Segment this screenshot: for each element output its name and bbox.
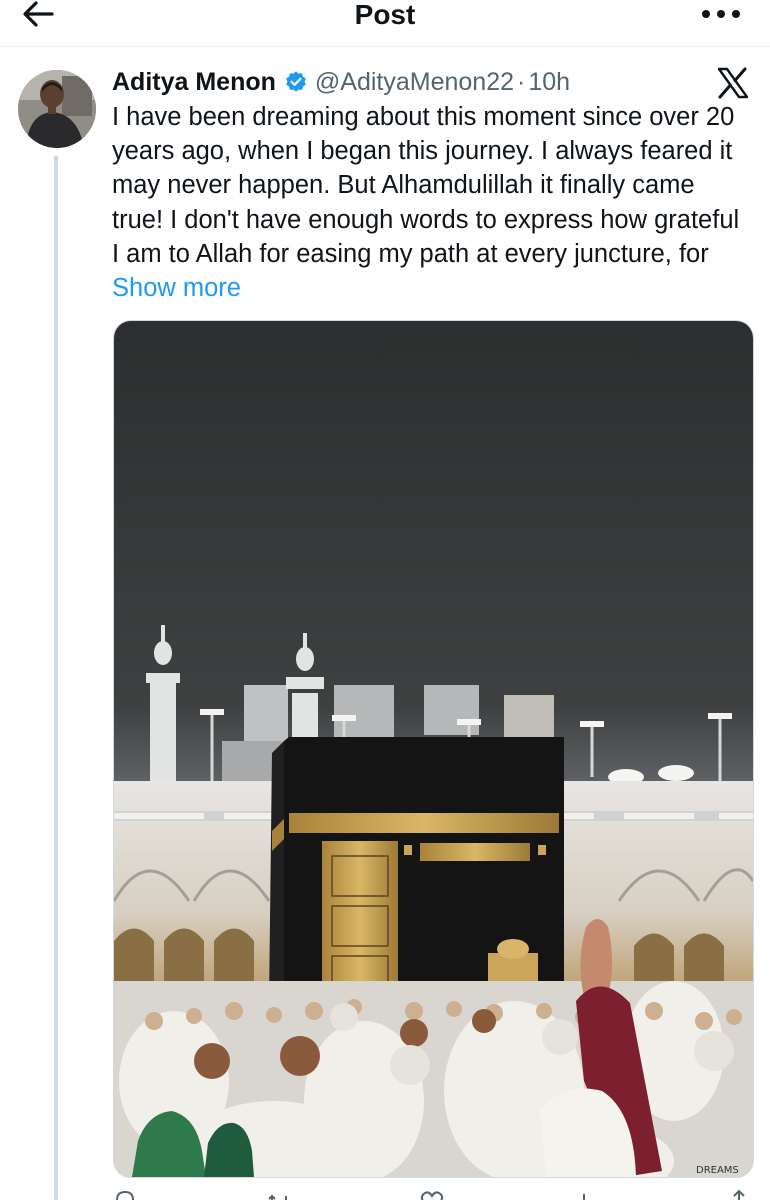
- avatar-image: [18, 70, 96, 148]
- views-button[interactable]: [573, 1186, 599, 1200]
- reply-button[interactable]: [112, 1186, 138, 1200]
- avatar[interactable]: [18, 70, 96, 148]
- thread-line: [54, 156, 58, 1200]
- tweet-body: I have been dreaming about this moment s…: [112, 103, 740, 268]
- top-bar: Post: [0, 0, 770, 42]
- x-logo-icon: [717, 67, 749, 99]
- reply-icon: [115, 1190, 135, 1200]
- repost-button[interactable]: [266, 1186, 292, 1200]
- verified-badge-icon: [286, 71, 306, 92]
- show-more-link[interactable]: Show more: [112, 274, 241, 302]
- tweet-photo[interactable]: DREAMS: [113, 320, 754, 1178]
- more-dots-icon: [702, 10, 740, 18]
- post-page: Post Aditya Menon @AdityaMenon22 · 10h I…: [0, 0, 770, 1200]
- heart-icon: [420, 1191, 444, 1200]
- action-bar: [112, 1186, 752, 1200]
- tweet-text: I have been dreaming about this moment s…: [112, 100, 752, 305]
- author-name[interactable]: Aditya Menon: [112, 68, 276, 97]
- kaaba-photo: DREAMS: [114, 321, 753, 1177]
- author-handle[interactable]: @AdityaMenon22: [315, 68, 514, 97]
- like-button[interactable]: [419, 1186, 445, 1200]
- post-time[interactable]: 10h: [528, 68, 570, 97]
- more-options-button[interactable]: [698, 0, 744, 30]
- share-icon: [733, 1189, 745, 1200]
- tweet-header: Aditya Menon @AdityaMenon22 · 10h: [112, 64, 570, 100]
- share-button[interactable]: [726, 1186, 752, 1200]
- views-icon: [576, 1194, 585, 1200]
- separator-dot: ·: [517, 67, 526, 96]
- repost-icon: [267, 1194, 287, 1200]
- image-caption-text: DREAMS: [696, 1165, 739, 1176]
- header-divider: [0, 46, 770, 47]
- page-title: Post: [354, 0, 416, 30]
